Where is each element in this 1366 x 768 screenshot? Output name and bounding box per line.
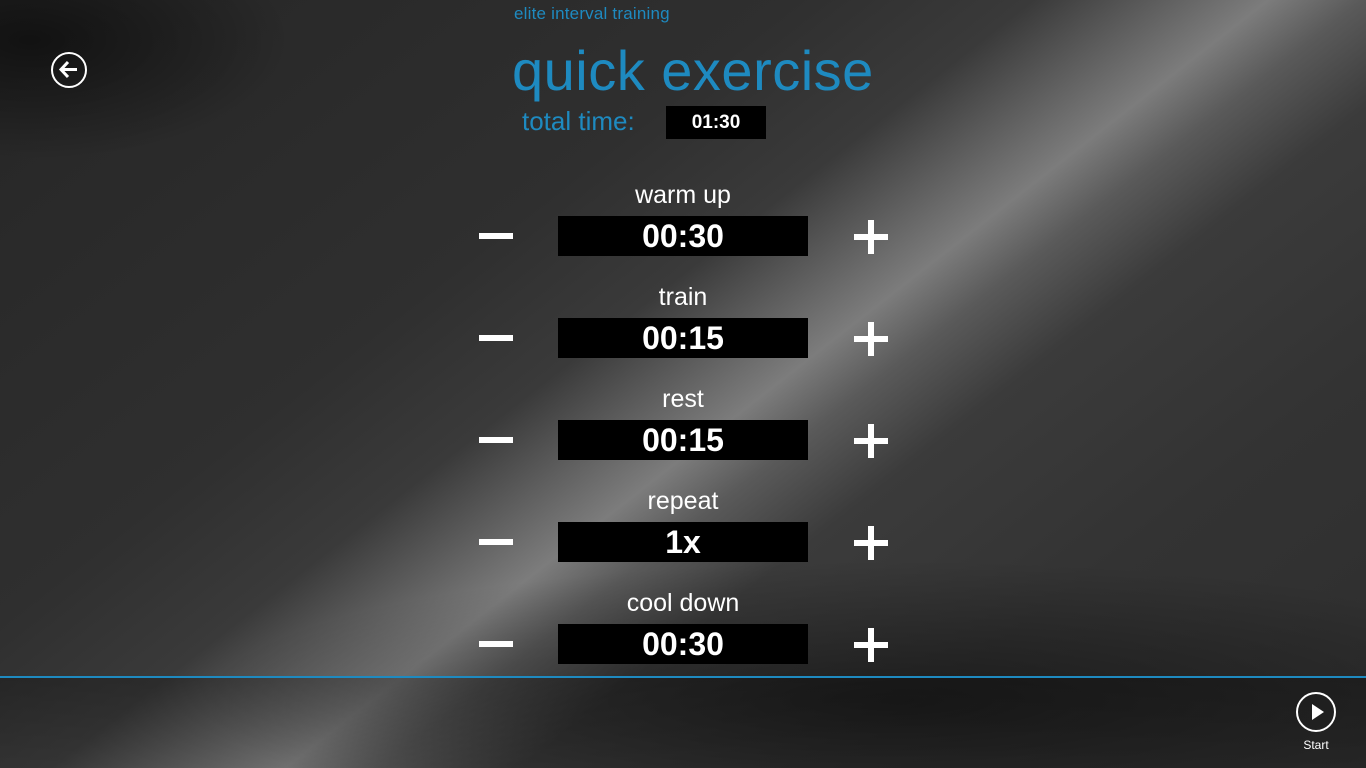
play-circle-icon (1296, 692, 1336, 732)
total-time-value: 01:30 (666, 106, 766, 139)
page-title: quick exercise (512, 39, 874, 102)
arrow-left-icon (58, 60, 77, 79)
app-subtitle: elite interval training (514, 4, 670, 23)
minus-icon (479, 641, 513, 647)
warm-up-label: warm up (635, 181, 731, 209)
rest-increase-button[interactable] (850, 420, 894, 460)
cool-down-label: cool down (626, 589, 740, 617)
cool-down-increase-button[interactable] (850, 624, 894, 664)
repeat-label: repeat (647, 487, 719, 515)
total-time-label: total time: (522, 106, 635, 136)
cool-down-value[interactable]: 00:30 (558, 624, 808, 664)
plus-icon-vertical (868, 220, 874, 254)
plus-icon-vertical (868, 424, 874, 458)
repeat-decrease-button[interactable] (474, 522, 518, 562)
warm-up-value[interactable]: 00:30 (558, 216, 808, 256)
app-bar (0, 678, 1366, 768)
plus-icon-vertical (868, 628, 874, 662)
train-label: train (658, 283, 708, 311)
train-increase-button[interactable] (850, 318, 894, 358)
cool-down-decrease-button[interactable] (474, 624, 518, 664)
plus-icon-vertical (868, 322, 874, 356)
rest-decrease-button[interactable] (474, 420, 518, 460)
repeat-value[interactable]: 1x (558, 522, 808, 562)
repeat-increase-button[interactable] (850, 522, 894, 562)
play-icon (1312, 704, 1324, 720)
minus-icon (479, 233, 513, 239)
start-button[interactable]: Start (1286, 690, 1346, 756)
minus-icon (479, 335, 513, 341)
start-label: Start (1303, 738, 1329, 752)
warm-up-decrease-button[interactable] (474, 216, 518, 256)
minus-icon (479, 539, 513, 545)
train-value[interactable]: 00:15 (558, 318, 808, 358)
plus-icon-vertical (868, 526, 874, 560)
rest-label: rest (662, 385, 704, 413)
train-decrease-button[interactable] (474, 318, 518, 358)
minus-icon (479, 437, 513, 443)
rest-value[interactable]: 00:15 (558, 420, 808, 460)
back-button[interactable] (51, 52, 87, 88)
warm-up-increase-button[interactable] (850, 216, 894, 256)
